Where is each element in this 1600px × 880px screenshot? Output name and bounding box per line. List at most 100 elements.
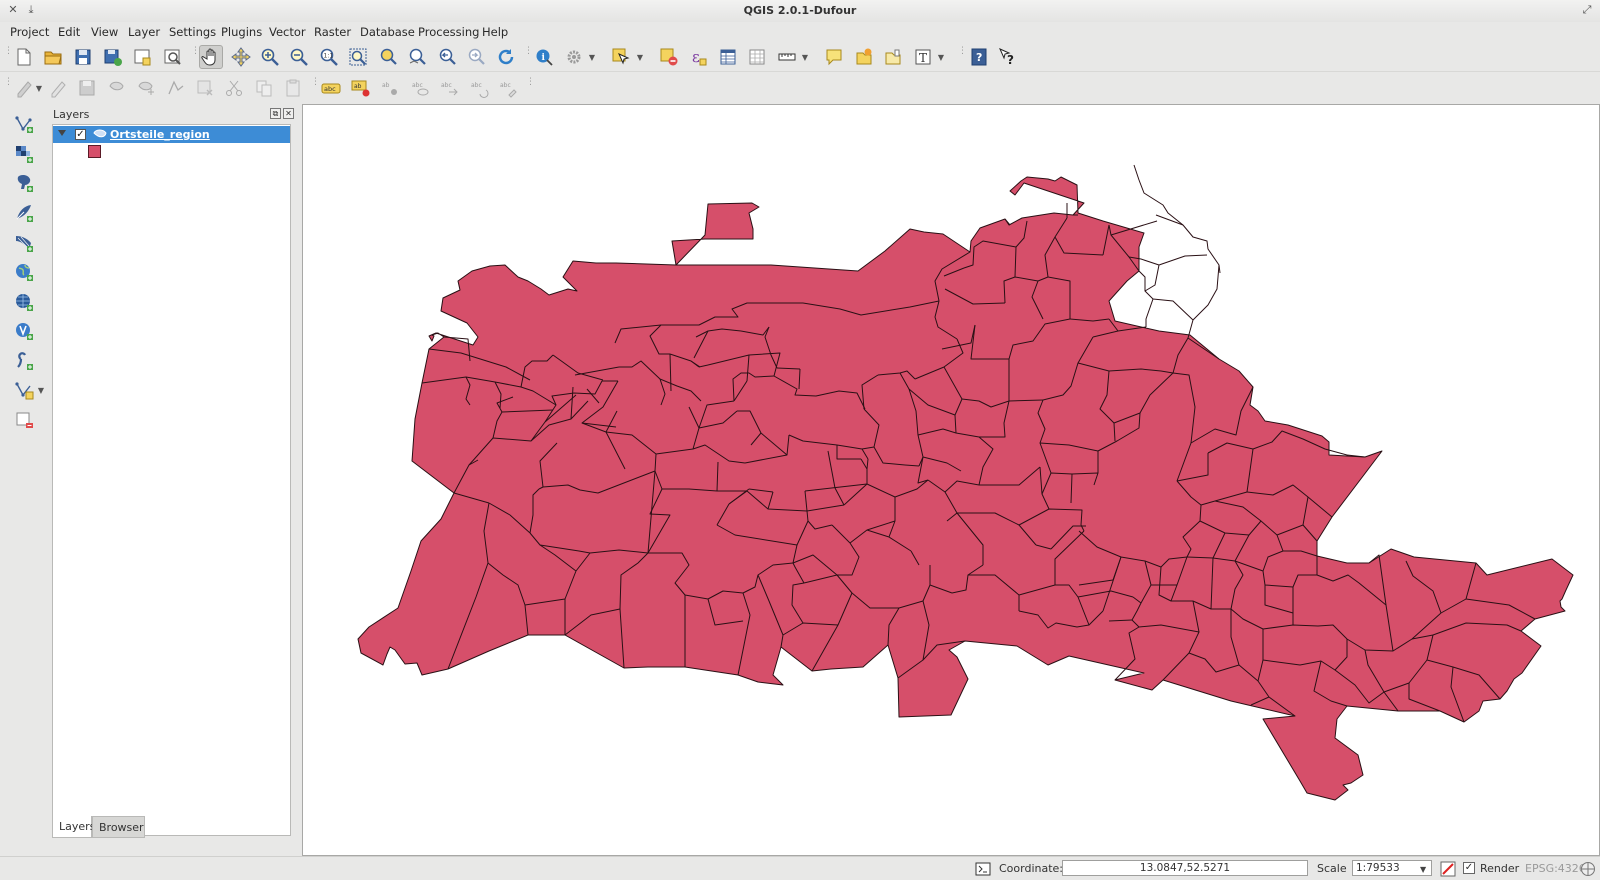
toolbar-grip[interactable]: ⋮ <box>4 47 13 65</box>
scale-dropdown-arrow-icon[interactable]: ▼ <box>1420 865 1426 874</box>
pan-icon[interactable] <box>199 45 223 69</box>
add-mssql-layer-icon[interactable] <box>12 231 36 255</box>
float-panel-button[interactable]: ⧉ <box>270 108 281 119</box>
copy-features-icon[interactable] <box>252 76 276 100</box>
menu-help[interactable]: Help <box>482 25 508 39</box>
menu-vector[interactable]: Vector <box>269 25 306 39</box>
new-bookmark-icon[interactable] <box>852 45 876 69</box>
toggle-editing-icon[interactable] <box>46 76 70 100</box>
current-edits-icon[interactable] <box>12 76 36 100</box>
menu-layer[interactable]: Layer <box>128 25 160 39</box>
statistics-icon[interactable] <box>745 45 769 69</box>
composer-manager-icon[interactable] <box>160 45 184 69</box>
run-action-dropdown[interactable]: ▼ <box>587 45 597 69</box>
add-vector-layer-icon[interactable] <box>12 112 36 136</box>
annotation-dropdown[interactable]: ▼ <box>936 45 946 69</box>
menu-settings[interactable]: Settings <box>169 25 216 39</box>
zoom-next-icon[interactable] <box>464 45 488 69</box>
layer-tree[interactable]: ✓ Ortsteile_region <box>52 124 291 836</box>
add-feature-icon[interactable] <box>105 76 129 100</box>
select-features-icon[interactable] <box>609 45 633 69</box>
cut-features-icon[interactable] <box>222 76 246 100</box>
toolbar-grip[interactable]: ⋮ <box>958 47 967 65</box>
coordinate-field[interactable]: 13.0847,52.5271 <box>1062 860 1308 876</box>
show-bookmarks-icon[interactable] <box>881 45 905 69</box>
new-layer-dropdown[interactable]: ▼ <box>36 378 46 402</box>
tab-layers[interactable]: Layers <box>52 816 95 838</box>
render-checkbox[interactable]: ✓ <box>1463 862 1475 874</box>
menu-database[interactable]: Database <box>360 25 415 39</box>
maximize-window-button[interactable]: ⤢ <box>1580 3 1594 17</box>
show-hide-labels-icon[interactable]: abc <box>408 76 432 100</box>
add-delimited-text-layer-icon[interactable] <box>12 349 36 373</box>
add-postgis-layer-icon[interactable] <box>12 171 36 195</box>
help-contents-icon[interactable]: ? <box>967 45 991 69</box>
toolbar-grip[interactable]: ⋮ <box>191 47 200 65</box>
new-project-icon[interactable] <box>12 45 36 69</box>
add-raster-layer-icon[interactable] <box>12 142 36 166</box>
zoom-full-icon[interactable] <box>346 45 370 69</box>
save-edits-icon[interactable] <box>75 76 99 100</box>
save-project-icon[interactable] <box>71 45 95 69</box>
attribute-table-icon[interactable] <box>716 45 740 69</box>
zoom-in-icon[interactable] <box>258 45 282 69</box>
run-action-icon[interactable] <box>562 45 586 69</box>
new-print-composer-icon[interactable] <box>130 45 154 69</box>
collapse-arrow-icon[interactable] <box>58 130 66 136</box>
zoom-to-selection-icon[interactable] <box>376 45 400 69</box>
rotate-label-icon[interactable]: abc <box>467 76 491 100</box>
toolbar-grip[interactable]: ⋮ <box>311 78 320 96</box>
new-shapefile-layer-icon[interactable] <box>12 378 36 402</box>
menu-raster[interactable]: Raster <box>314 25 351 39</box>
pan-to-selection-icon[interactable] <box>229 45 253 69</box>
close-panel-button[interactable]: ✕ <box>283 108 294 119</box>
toolbar-grip[interactable]: ⋮ <box>4 78 13 96</box>
pin-labels-icon[interactable]: ab <box>378 76 402 100</box>
layer-name[interactable]: Ortsteile_region <box>110 128 210 141</box>
current-edits-dropdown[interactable]: ▼ <box>34 76 44 100</box>
change-label-icon[interactable]: abc <box>496 76 520 100</box>
add-wfs-layer-icon[interactable] <box>12 319 36 343</box>
add-wcs-layer-icon[interactable] <box>12 290 36 314</box>
toggle-extents-icon[interactable] <box>975 861 991 877</box>
map-tips-icon[interactable] <box>822 45 846 69</box>
crs-globe-icon[interactable] <box>1580 861 1596 877</box>
paste-features-icon[interactable] <box>281 76 305 100</box>
map-canvas[interactable] <box>302 104 1600 856</box>
open-project-icon[interactable] <box>41 45 65 69</box>
crs-status[interactable]: EPSG:4326 <box>1525 862 1586 875</box>
menu-project[interactable]: Project <box>10 25 49 39</box>
text-annotation-icon[interactable]: T <box>911 45 935 69</box>
zoom-out-icon[interactable] <box>287 45 311 69</box>
delete-selected-icon[interactable] <box>193 76 217 100</box>
identify-icon[interactable]: i <box>532 45 556 69</box>
select-features-dropdown[interactable]: ▼ <box>635 45 645 69</box>
toolbar-grip[interactable]: ⋮ <box>526 78 535 96</box>
menu-view[interactable]: View <box>91 25 118 39</box>
refresh-icon[interactable] <box>494 45 518 69</box>
save-as-icon[interactable] <box>101 45 125 69</box>
move-label-icon[interactable]: abc <box>437 76 461 100</box>
layer-row[interactable]: ✓ Ortsteile_region <box>53 126 290 143</box>
add-spatialite-layer-icon[interactable] <box>12 201 36 225</box>
tab-browser[interactable]: Browser <box>92 816 145 838</box>
menu-plugins[interactable]: Plugins <box>221 25 262 39</box>
remove-layer-icon[interactable] <box>12 408 36 432</box>
whats-this-icon[interactable]: ? <box>996 45 1020 69</box>
toolbar-grip[interactable]: ⋮ <box>524 47 533 65</box>
field-calculator-icon[interactable]: ε <box>686 45 710 69</box>
menu-processing[interactable]: Processing <box>418 25 479 39</box>
measure-icon[interactable] <box>775 45 799 69</box>
label-icon[interactable]: abc <box>319 76 343 100</box>
node-tool-icon[interactable] <box>164 76 188 100</box>
add-wms-layer-icon[interactable] <box>12 260 36 284</box>
layer-visibility-checkbox[interactable]: ✓ <box>75 129 86 140</box>
move-feature-icon[interactable] <box>134 76 158 100</box>
layer-labeling-icon[interactable]: ab <box>349 76 373 100</box>
zoom-actual-size-icon[interactable]: 1:1 <box>317 45 341 69</box>
zoom-last-icon[interactable] <box>435 45 459 69</box>
measure-dropdown[interactable]: ▼ <box>800 45 810 69</box>
zoom-to-layer-icon[interactable] <box>405 45 429 69</box>
menu-edit[interactable]: Edit <box>58 25 80 39</box>
deselect-icon[interactable] <box>657 45 681 69</box>
